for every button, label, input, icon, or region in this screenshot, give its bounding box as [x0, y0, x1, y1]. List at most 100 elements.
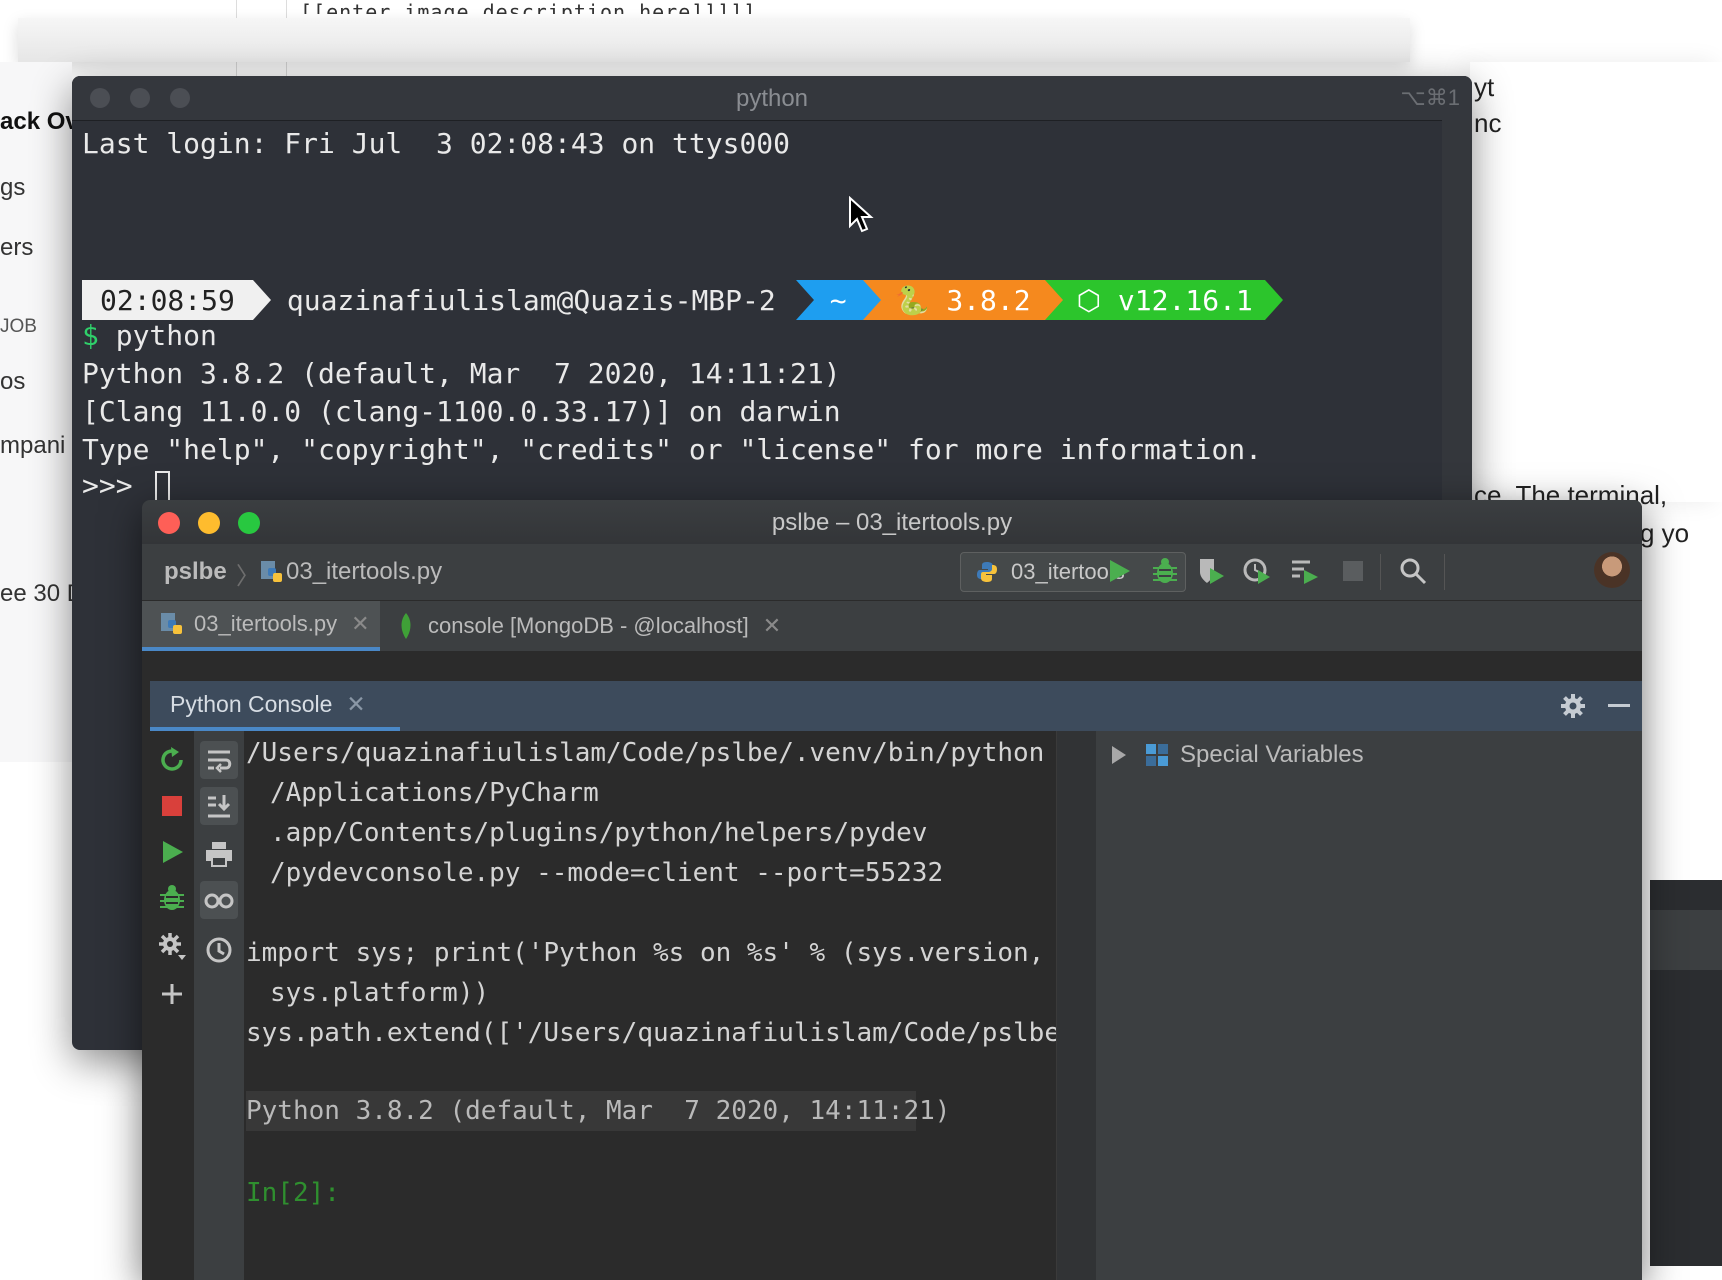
settings-icon[interactable]: [157, 931, 187, 961]
history-icon[interactable]: [204, 935, 234, 965]
console-options-strip: [194, 731, 244, 1280]
close-icon[interactable]: ✕: [763, 613, 781, 639]
toolbar-divider: [1444, 554, 1445, 590]
gear-icon[interactable]: [1560, 693, 1586, 719]
scroll-to-end-button[interactable]: [200, 787, 238, 825]
console-line: import sys; print('Python %s on %s' % (s…: [246, 938, 1045, 968]
background-toolbar: [18, 18, 1410, 62]
output-line: Python 3.8.2 (default, Mar 7 2020, 14:11…: [82, 357, 841, 390]
console-line: /Applications/PyCharm: [270, 778, 599, 808]
sidebar-item[interactable]: JOB: [0, 316, 37, 338]
mouse-pointer-icon: [849, 196, 874, 233]
background-text: nc: [1474, 108, 1502, 138]
prompt-python-version: 🐍 3.8.2: [880, 280, 1045, 320]
background-sidebar: ack Ov gs ers JOB os mpani ee 30 D: [0, 62, 84, 762]
terminal-titlebar[interactable]: python ⌥⌘1: [72, 76, 1472, 121]
tab-label: 03_itertools.py: [194, 611, 338, 636]
console-line: sys.platform)): [270, 978, 490, 1008]
last-login-line: Last login: Fri Jul 3 02:08:43 on ttys00…: [82, 127, 791, 160]
console-line: /Users/quazinafiulislam/Code/pslbe/.venv…: [246, 738, 1045, 768]
run-icon[interactable]: [157, 837, 187, 867]
add-icon[interactable]: [157, 979, 187, 1009]
print-icon[interactable]: [204, 839, 234, 869]
scroll-to-end-icon: [208, 795, 231, 818]
expand-triangle-icon[interactable]: [1112, 746, 1126, 764]
minimize-icon[interactable]: [1608, 704, 1630, 707]
close-icon[interactable]: ✕: [351, 611, 369, 637]
tab-label: console [MongoDB - @localhost]: [428, 613, 749, 638]
prompt-separator: [795, 280, 814, 320]
debug-icon[interactable]: [1150, 556, 1180, 586]
background-top-text: [[enter image description here]]]]]: [300, 0, 757, 14]
run-icon[interactable]: [1104, 556, 1134, 586]
variables-pane: Special Variables: [1096, 731, 1642, 1280]
console-scrollbar[interactable]: [1056, 731, 1097, 1280]
sidebar-item[interactable]: os: [0, 368, 25, 396]
tab-python-console[interactable]: Python Console ✕: [150, 681, 400, 731]
avatar[interactable]: [1594, 552, 1630, 588]
navigation-bar: pslbe 〉 03_itertools.py 03_itertools: [142, 544, 1642, 601]
python-file-icon: [161, 613, 182, 634]
prompt-separator: [1044, 280, 1063, 320]
terminal-title: python: [735, 85, 809, 112]
console-line: sys.path.extend(['/Users/quazinafiulisla…: [246, 1018, 1107, 1048]
sidebar-item[interactable]: mpani: [0, 432, 65, 460]
mongodb-leaf-icon: [401, 613, 411, 639]
breadcrumb-file[interactable]: 03_itertools.py: [286, 558, 442, 586]
prompt-separator: [1264, 280, 1283, 320]
output-line: Type "help", "copyright", "credits" or "…: [82, 433, 1263, 466]
background-text: g yo: [1640, 518, 1690, 548]
glasses-icon: [204, 893, 234, 909]
tab-03-itertools[interactable]: 03_itertools.py ✕: [142, 601, 380, 651]
prompt-time: 02:08:59: [82, 280, 253, 320]
special-variables-node[interactable]: Special Variables: [1112, 741, 1364, 769]
console-line: .app/Contents/plugins/python/helpers/pyd…: [270, 818, 928, 848]
search-icon[interactable]: [1398, 556, 1428, 586]
prompt-separator: [252, 280, 271, 320]
sidebar-item[interactable]: ack Ov: [0, 108, 79, 136]
command-text: python: [115, 319, 217, 352]
editor-tabs: 03_itertools.py ✕ console [MongoDB - @lo…: [142, 601, 1642, 651]
tool-window-header: Python Console ✕: [150, 681, 1642, 731]
toolbar-divider: [1380, 554, 1381, 590]
input-prompt[interactable]: In[2]:: [246, 1173, 340, 1213]
run-with-coverage-icon[interactable]: [1196, 556, 1226, 586]
tab-mongodb-console[interactable]: console [MongoDB - @localhost] ✕: [398, 601, 781, 651]
python-icon: [977, 562, 997, 582]
soft-wrap-button[interactable]: [200, 741, 238, 779]
debug-icon[interactable]: [157, 883, 187, 913]
prompt-node-version: ⬡ v12.16.1: [1062, 280, 1265, 320]
prompt-user: quazinafiulislam@Quazis-MBP-2: [286, 283, 776, 317]
prompt-symbol: $: [82, 319, 99, 352]
prompt-segments: ~ 🐍 3.8.2 ⬡ v12.16.1: [795, 280, 1283, 320]
sidebar-item[interactable]: ers: [0, 234, 33, 262]
run-concurrency-icon[interactable]: [1290, 556, 1320, 586]
close-icon[interactable]: ✕: [346, 691, 365, 718]
python-file-icon: [261, 561, 282, 582]
background-content-right: [1470, 62, 1722, 502]
tool-window-title: Python Console: [170, 690, 333, 717]
command-line: $ python: [82, 316, 217, 356]
stop-icon[interactable]: [157, 791, 187, 821]
console-line: /pydevconsole.py --mode=client --port=55…: [270, 858, 944, 888]
breadcrumb-project[interactable]: pslbe: [164, 558, 227, 586]
background-text: yt: [1474, 72, 1495, 102]
background-window-toolbar: [1650, 910, 1722, 970]
pycharm-titlebar[interactable]: pslbe – 03_itertools.py: [142, 500, 1642, 544]
shell-prompt: 02:08:59 quazinafiulislam@Quazis-MBP-2 ~…: [82, 280, 1283, 320]
show-variables-button[interactable]: [200, 881, 238, 919]
rerun-icon[interactable]: [157, 745, 187, 775]
console-output[interactable]: /Users/quazinafiulislam/Code/pslbe/.venv…: [244, 731, 1107, 1280]
prompt-dir: ~: [813, 280, 863, 320]
console-action-strip: [150, 731, 195, 1280]
terminal-shortcut: ⌥⌘1: [1400, 85, 1460, 110]
stop-icon[interactable]: [1338, 556, 1368, 586]
repl-prompt: >>>: [82, 469, 133, 502]
sidebar-item[interactable]: gs: [0, 174, 25, 202]
soft-wrap-icon: [208, 750, 232, 773]
profile-icon[interactable]: [1242, 556, 1272, 586]
prompt-separator: [862, 280, 881, 320]
pycharm-window[interactable]: pslbe – 03_itertools.py pslbe 〉 03_itert…: [142, 500, 1642, 1280]
editor-area: [142, 651, 1642, 681]
python-banner: Python 3.8.2 (default, Mar 7 2020, 14:11…: [246, 1091, 950, 1131]
